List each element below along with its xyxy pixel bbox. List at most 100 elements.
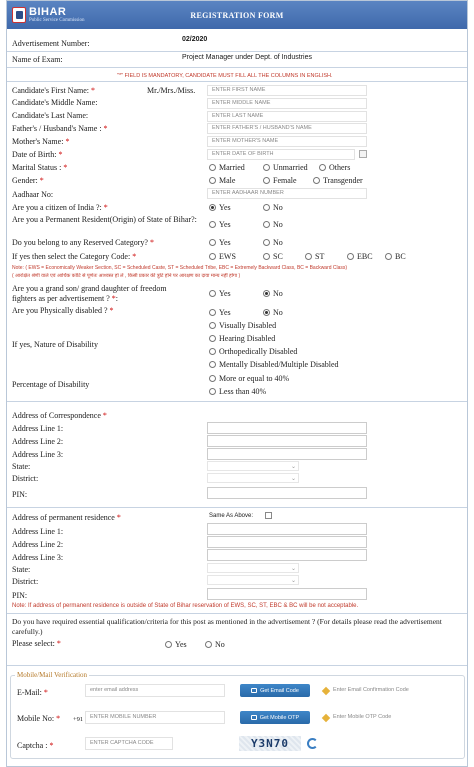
nature-hearing-radio[interactable]: Hearing Disabled [209, 334, 275, 343]
corr-line2-input[interactable] [207, 435, 367, 447]
perm-line1-input[interactable] [207, 523, 367, 535]
category-bc-radio[interactable]: BC [385, 252, 406, 261]
mail-icon [251, 688, 258, 693]
perm-line2-label: Address Line 2: [12, 540, 64, 549]
chevron-down-icon: ⌄ [290, 565, 296, 572]
corr-line1-input[interactable] [207, 422, 367, 434]
freedom-no-radio[interactable]: No [263, 289, 283, 298]
category-label: If yes then select the Category Code: * [12, 252, 137, 261]
email-code-input[interactable]: Enter Email Confirmation Code [319, 684, 459, 697]
qualification-select-label: Please select: * [12, 639, 61, 648]
gender-female-radio[interactable]: Female [263, 176, 297, 185]
resident-yes-radio[interactable]: Yes [209, 220, 231, 229]
disabled-no-radio[interactable]: No [263, 308, 283, 317]
chevron-down-icon: ⌄ [290, 463, 296, 470]
mother-name-input[interactable]: ENTER MOTHER'S NAME [207, 136, 367, 147]
exam-name-value: Project Manager under Dept. of Industrie… [182, 54, 312, 61]
percentage-less-radio[interactable]: Less than 40% [209, 387, 266, 396]
corr-pin-label: PIN: [12, 490, 28, 499]
perm-pin-label: PIN: [12, 591, 28, 600]
exam-name-label: Name of Exam: [12, 55, 63, 64]
corr-line1-label: Address Line 1: [12, 424, 64, 433]
perm-line2-input[interactable] [207, 536, 367, 548]
corr-state-select[interactable]: ⌄ [207, 461, 299, 471]
marital-others-radio[interactable]: Others [319, 163, 350, 172]
dob-label: Date of Birth: * [12, 150, 63, 159]
gender-label: Gender: * [12, 176, 44, 185]
father-name-input[interactable]: ENTER FATHER'S / HUSBAND'S NAME [207, 123, 367, 134]
citizen-no-radio[interactable]: No [263, 203, 283, 212]
category-ews-radio[interactable]: EWS [209, 252, 236, 261]
corr-state-label: State: [12, 462, 31, 471]
refresh-captcha-icon[interactable] [307, 738, 318, 749]
marital-unmarried-radio[interactable]: Unmarried [263, 163, 308, 172]
qualification-yes-radio[interactable]: Yes [165, 640, 187, 649]
reserved-label: Do you belong to any Reserved Category? … [12, 238, 154, 247]
get-mobile-otp-button[interactable]: Get Mobile OTP [240, 711, 310, 724]
form-title: REGISTRATION FORM [190, 11, 284, 20]
same-as-above-label: Same As Above: [209, 513, 254, 519]
percentage-more-radio[interactable]: More or equal to 40% [209, 374, 289, 383]
mother-name-label: Mother's Name: * [12, 137, 70, 146]
reserved-no-radio[interactable]: No [263, 238, 283, 247]
middle-name-input[interactable]: ENTER MIDDLE NAME [207, 98, 367, 109]
mobile-label: Mobile No: * [17, 714, 61, 723]
corr-district-select[interactable]: ⌄ [207, 473, 299, 483]
citizen-label: Are you a citizen of India ?: * [12, 203, 108, 212]
category-st-radio[interactable]: ST [305, 252, 324, 261]
mobile-code-input[interactable]: Enter Mobile OTP Code [319, 711, 459, 724]
email-input[interactable]: enter email address [85, 684, 225, 697]
category-ebc-radio[interactable]: EBC [347, 252, 373, 261]
gender-male-radio[interactable]: Male [209, 176, 235, 185]
perm-pin-input[interactable] [207, 588, 367, 600]
mandatory-note: "*" FIELD IS MANDATORY, CANDIDATE MUST F… [117, 73, 333, 79]
resident-no-radio[interactable]: No [263, 220, 283, 229]
perm-district-select[interactable]: ⌄ [207, 575, 299, 585]
perm-line3-input[interactable] [207, 549, 367, 561]
qualification-question: Do you have required essential qualifica… [12, 617, 442, 636]
calendar-icon[interactable] [359, 150, 367, 158]
freedom-fighter-label: Are you a grand son/ grand daughter of f… [12, 284, 167, 303]
disabled-yes-radio[interactable]: Yes [209, 308, 231, 317]
email-label: E-Mail: * [17, 688, 48, 697]
aadhaar-input[interactable]: ENTER AADHAAR NUMBER [207, 188, 367, 199]
advert-number-value: 02/2020 [182, 36, 208, 43]
corr-line3-input[interactable] [207, 448, 367, 460]
corr-line2-label: Address Line 2: [12, 437, 64, 446]
category-note-english: Note: ( EWS = Economically Weaker Sectio… [12, 265, 348, 271]
phone-icon [250, 715, 257, 720]
captcha-image: Y3N70 [239, 736, 301, 751]
nature-visual-radio[interactable]: Visually Disabled [209, 321, 276, 330]
pencil-icon [321, 686, 331, 695]
last-name-label: Candidate's Last Name: [12, 111, 89, 120]
get-email-code-button[interactable]: Get Email Code [240, 684, 310, 697]
captcha-label: Captcha : * [17, 741, 54, 750]
gender-transgender-radio[interactable]: Transgender [313, 176, 363, 185]
perm-district-label: District: [12, 577, 39, 586]
qualification-no-radio[interactable]: No [205, 640, 225, 649]
first-name-input[interactable]: ENTER FIRST NAME [207, 85, 367, 96]
salutation-label: Mr./Mrs./Miss. [147, 86, 196, 95]
citizen-yes-radio[interactable]: Yes [209, 203, 231, 212]
same-as-above-checkbox[interactable] [265, 512, 272, 519]
chevron-down-icon: ⌄ [290, 475, 296, 482]
category-sc-radio[interactable]: SC [263, 252, 283, 261]
percentage-disability-label: Percentage of Disability [12, 380, 90, 389]
corr-pin-input[interactable] [207, 487, 367, 499]
perm-state-select[interactable]: ⌄ [207, 563, 299, 573]
nature-orthopedic-radio[interactable]: Orthopedically Disabled [209, 347, 297, 356]
corr-district-label: District: [12, 474, 39, 483]
pencil-icon [321, 713, 331, 722]
advert-number-label: Advertisement Number: [12, 39, 90, 48]
perm-line3-label: Address Line 3: [12, 553, 64, 562]
mobile-input[interactable]: ENTER MOBILE NUMBER [85, 711, 225, 724]
freedom-yes-radio[interactable]: Yes [209, 289, 231, 298]
marital-married-radio[interactable]: Married [209, 163, 245, 172]
form-header: BIHAR Public Service Commission REGISTRA… [7, 1, 467, 29]
reserved-yes-radio[interactable]: Yes [209, 238, 231, 247]
dob-input[interactable]: ENTER DATE OF BIRTH [207, 149, 355, 160]
captcha-input[interactable]: ENTER CAPTCHA CODE [85, 737, 173, 750]
last-name-input[interactable]: ENTER LAST NAME [207, 111, 367, 122]
correspondence-heading: Address of Correspondence * [12, 411, 107, 420]
nature-mental-radio[interactable]: Mentally Disabled/Multiple Disabled [209, 360, 339, 369]
